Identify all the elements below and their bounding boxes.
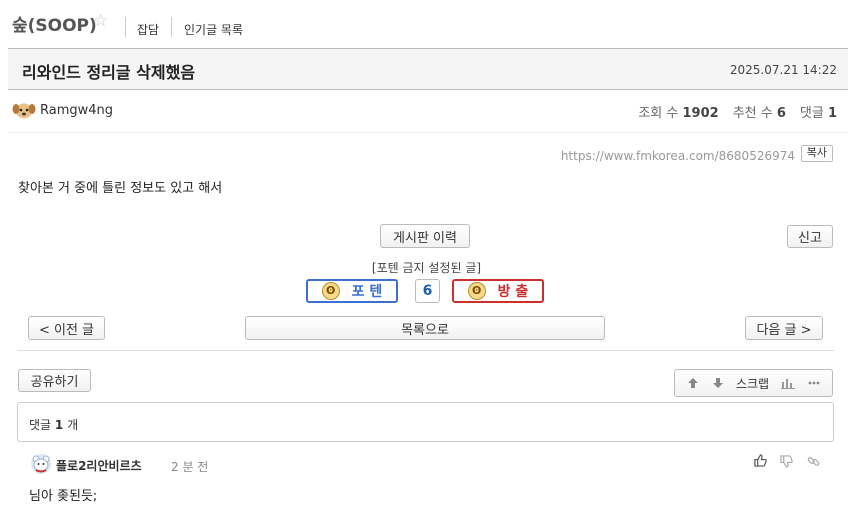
list-button[interactable]: 목록으로 (245, 316, 605, 340)
poten-label: 포 텐 (351, 284, 383, 300)
comment-text: 님아 좆된듯; (29, 489, 98, 504)
comment-count-suffix: 개 (67, 418, 79, 432)
comment-count-number: 1 (54, 418, 64, 432)
prev-post-button[interactable]: < 이전 글 (28, 316, 105, 340)
divider (17, 350, 834, 351)
votes-count: 6 (776, 106, 786, 121)
poten-ban-note: [포텐 금지 설정된 글] (371, 261, 482, 275)
thumbs-up-icon[interactable] (754, 454, 767, 467)
divider (171, 17, 172, 37)
dog-avatar-icon (12, 103, 36, 119)
next-post-button[interactable]: 다음 글 > (745, 316, 823, 340)
views-count: 1902 (682, 106, 719, 121)
bang-face-icon: ʘ (467, 282, 486, 300)
post-toolbar: 스크랩 (674, 369, 833, 397)
copy-url-button[interactable]: 복사 (800, 145, 833, 162)
scrap-button[interactable]: 스크랩 (736, 375, 769, 392)
down-arrow-icon[interactable] (712, 377, 724, 389)
vote-count: 6 (415, 279, 440, 303)
post-stats: 조회 수 1902 추천 수 6 댓글 1 (638, 102, 837, 121)
post-date: 2025.07.21 14:22 (729, 63, 837, 77)
poten-face-icon: ʘ (321, 282, 340, 300)
views-label: 조회 수 (638, 106, 679, 121)
nav-link-chat[interactable]: 잡담 (137, 21, 159, 38)
board-title[interactable]: 숲(SOOP) (12, 11, 97, 36)
comment-count-box (17, 402, 834, 442)
comment-count-prefix: 댓글 (29, 418, 52, 432)
thumbs-down-icon[interactable] (780, 455, 793, 468)
comment-time: 2 분 전 (171, 460, 209, 474)
comment-item: 플로2리안비르츠 2 분 전 님아 좆된듯; (17, 450, 834, 509)
comments-label: 댓글 (799, 106, 824, 121)
votes-label: 추천 수 (732, 106, 773, 121)
post-content: 찾아본 거 중에 틀린 정보도 있고 해서 (18, 181, 223, 196)
post-title: 리와인드 정리글 삭제했음 (22, 63, 196, 82)
author-name[interactable]: Ramgw4ng (40, 103, 113, 118)
more-icon[interactable] (808, 381, 820, 385)
bar-chart-icon[interactable] (781, 377, 796, 389)
comment-author[interactable]: 플로2리안비르츠 (56, 457, 142, 474)
divider (125, 17, 126, 37)
star-outline-icon[interactable]: ☆ (93, 11, 108, 31)
share-button[interactable]: 공유하기 (18, 369, 91, 392)
report-button[interactable]: 신고 (787, 225, 833, 248)
divider (8, 132, 848, 133)
comment-count-header: 댓글 1 개 (29, 416, 78, 433)
nav-link-popular[interactable]: 인기글 목록 (184, 21, 243, 38)
post-url[interactable]: https://www.fmkorea.com/8680526974 (561, 149, 795, 163)
up-arrow-icon[interactable] (687, 377, 699, 389)
comments-count: 1 (827, 106, 837, 121)
link-icon[interactable] (807, 455, 820, 468)
bang-label: 방 출 (497, 284, 529, 300)
bang-button[interactable]: ʘ 방 출 (452, 279, 544, 303)
comment-avatar-icon (31, 454, 51, 474)
board-history-button[interactable]: 게시판 이력 (380, 224, 470, 248)
poten-button[interactable]: ʘ 포 텐 (306, 279, 398, 303)
